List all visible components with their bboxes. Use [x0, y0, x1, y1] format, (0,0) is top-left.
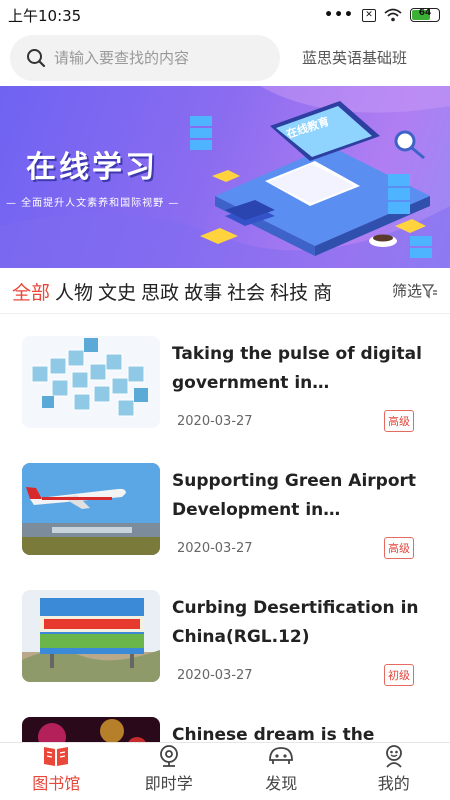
tab-discover[interactable]: 发现	[225, 743, 338, 800]
category-tab-tech[interactable]: 科技	[270, 278, 308, 305]
category-tab-politics[interactable]: 思政	[141, 278, 179, 305]
tab-library[interactable]: 图书馆	[0, 743, 113, 800]
article-title: Curbing Desertification in China(RGL.12)	[172, 598, 419, 647]
status-bar: 上午10:35 ••• ✕ 64	[0, 0, 450, 30]
article-item[interactable]: Taking the pulse of digital government i…	[0, 316, 450, 443]
article-title: Taking the pulse of digital government i…	[172, 344, 422, 393]
tab-label: 即时学	[144, 774, 193, 793]
category-tab-all[interactable]: 全部	[12, 278, 50, 305]
category-list: 全部 人物 文史 思政 故事 社会 科技 商	[0, 278, 372, 305]
profile-icon	[385, 745, 402, 768]
sim-icon: ✕	[362, 8, 376, 22]
search-icon	[27, 48, 46, 67]
category-bar: 全部 人物 文史 思政 故事 社会 科技 商 筛选	[0, 270, 450, 314]
filter-label: 筛选	[391, 282, 422, 300]
battery-icon: 64	[410, 8, 440, 22]
article-level-badge: 初级	[384, 664, 414, 686]
banner-title: 在线学习	[26, 150, 158, 185]
category-tab-stories[interactable]: 故事	[184, 278, 222, 305]
more-dots-icon: •••	[324, 7, 354, 23]
category-tab-business[interactable]: 商	[313, 278, 332, 305]
wifi-icon	[384, 8, 402, 22]
tab-profile[interactable]: 我的	[338, 743, 450, 800]
category-tab-society[interactable]: 社会	[227, 278, 265, 305]
article-date: 2020-03-27	[177, 541, 253, 556]
discover-icon	[269, 747, 294, 764]
article-item[interactable]: Chinese dream is the dream	[0, 697, 450, 742]
article-title: Chinese dream is the dream	[172, 725, 375, 742]
webcam-icon	[159, 745, 178, 767]
search-input[interactable]	[54, 48, 254, 67]
filter-button[interactable]: 筛选	[385, 280, 438, 301]
article-level-badge: 高级	[384, 410, 414, 432]
tab-label: 发现	[265, 774, 298, 793]
promo-banner[interactable]: 在线教育 在线学习 — 全面提升人文素养和国际视野 —	[0, 86, 450, 268]
tab-instant-learn[interactable]: 即时学	[113, 743, 226, 800]
article-item[interactable]: Curbing Desertification in China(RGL.12)…	[0, 570, 450, 697]
article-date: 2020-03-27	[177, 414, 253, 429]
search-box[interactable]	[10, 34, 280, 81]
banner-subtitle: — 全面提升人文素养和国际视野 —	[6, 198, 180, 209]
article-level-badge: 高级	[384, 537, 414, 559]
bottom-tab-bar: 图书馆 即时学 发现 我的	[0, 742, 450, 800]
article-thumbnail-billboard	[22, 590, 160, 682]
status-icons: ••• ✕ 64	[324, 7, 440, 23]
article-list: Taking the pulse of digital government i…	[0, 316, 450, 742]
article-item[interactable]: Supporting Green Airport Development in …	[0, 443, 450, 570]
category-tab-history[interactable]: 文史	[98, 278, 136, 305]
battery-level: 64	[418, 8, 432, 18]
article-thumbnail-cubes	[22, 336, 160, 428]
article-date: 2020-03-27	[177, 668, 253, 683]
article-thumbnail-airplane	[22, 463, 160, 555]
tab-label: 我的	[377, 774, 410, 793]
article-thumbnail-fireworks	[22, 717, 160, 742]
app-screen: 上午10:35 ••• ✕ 64 蓝思英语基础班	[0, 0, 450, 800]
status-time: 上午10:35	[8, 6, 82, 25]
class-name-link[interactable]: 蓝思英语基础班	[302, 47, 407, 68]
article-title: Supporting Green Airport Development in …	[172, 471, 417, 520]
library-book-icon	[44, 747, 69, 766]
category-tab-people[interactable]: 人物	[55, 278, 93, 305]
tab-label: 图书馆	[32, 774, 81, 793]
filter-icon	[422, 283, 437, 299]
header: 蓝思英语基础班	[0, 30, 450, 85]
